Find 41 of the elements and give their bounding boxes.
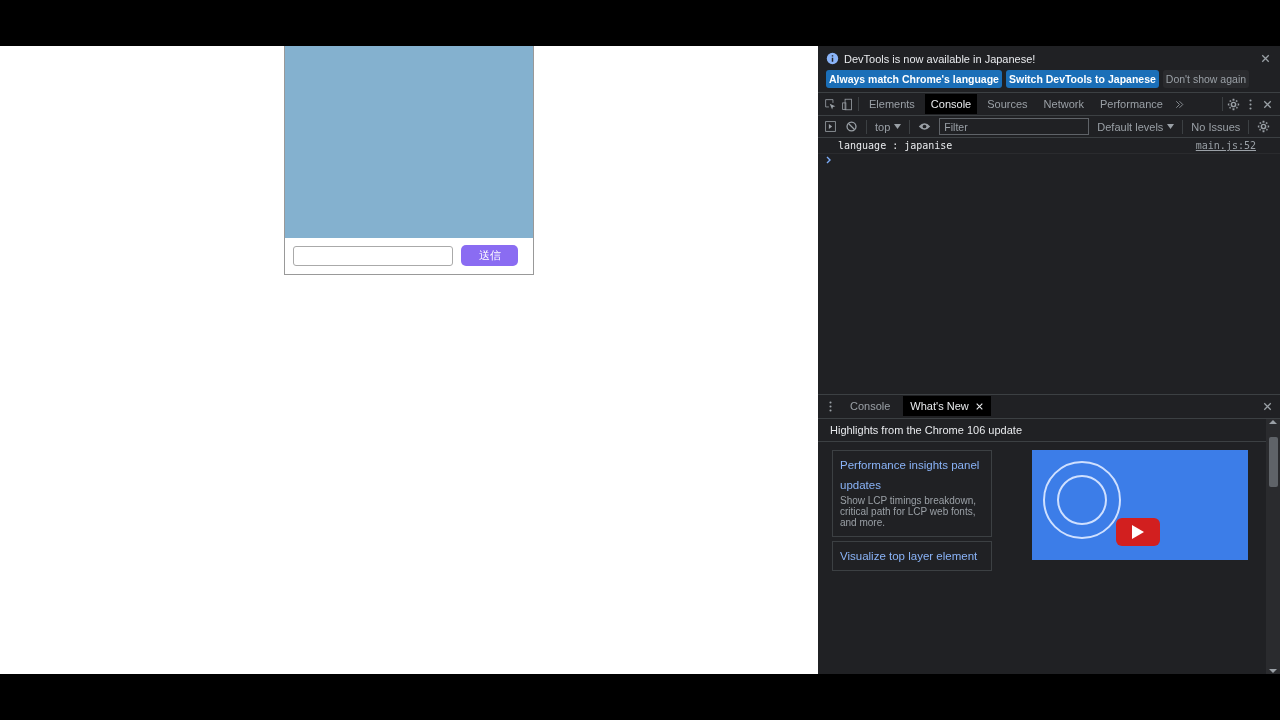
panel-tab[interactable]: Performance <box>1093 94 1169 114</box>
scroll-down-icon[interactable] <box>1269 668 1277 674</box>
close-icon[interactable] <box>1259 52 1272 65</box>
drawer-tab[interactable]: What's New <box>903 396 991 416</box>
source-link[interactable]: main.js:52 <box>1195 140 1256 151</box>
clear-console-icon[interactable] <box>845 120 858 133</box>
levels-dropdown[interactable]: Default levels <box>1097 120 1175 133</box>
eye-icon[interactable] <box>918 120 932 133</box>
context-dropdown[interactable]: top <box>875 120 902 133</box>
panel-tab[interactable]: Console <box>924 94 978 114</box>
caret-icon <box>1167 124 1175 129</box>
issues-button[interactable]: No Issues <box>1191 120 1241 133</box>
settings-icon[interactable] <box>1257 120 1271 133</box>
device-toolbar-icon[interactable] <box>841 97 854 111</box>
feature-card[interactable]: Visualize top layer element <box>832 540 992 571</box>
card-title[interactable]: Visualize top layer element <box>840 545 984 566</box>
scrollbar-thumb[interactable] <box>1268 436 1278 487</box>
card-title[interactable]: Performance insights panel updates <box>840 454 984 495</box>
send-button[interactable]: 送信 <box>461 245 518 266</box>
console-message: language : japanise <box>838 140 953 151</box>
settings-icon[interactable] <box>1227 97 1240 111</box>
inspect-icon[interactable] <box>824 97 837 111</box>
infobar-button[interactable]: Always match Chrome's language <box>826 70 1002 88</box>
sidebar-toggle-icon[interactable] <box>824 120 837 133</box>
panel-tab[interactable]: Elements <box>863 94 921 114</box>
close-tab-icon[interactable] <box>974 401 984 411</box>
caret-icon <box>894 124 902 129</box>
whats-new-heading: Highlights from the Chrome 106 update <box>818 418 1266 442</box>
feature-card[interactable]: Performance insights panel updates Show LCP timings breakdown, critical path for LCP web fonts, and more. <box>832 449 992 537</box>
infobar-button[interactable]: Don't show again <box>1162 70 1250 88</box>
drawer-tab[interactable]: Console <box>843 396 898 416</box>
infobar-button[interactable]: Switch DevTools to Japanese <box>1005 70 1159 88</box>
scroll-up-icon[interactable] <box>1269 418 1277 425</box>
filter-field[interactable]: Filter <box>939 118 1090 135</box>
panel-tab[interactable]: Network <box>1037 94 1090 114</box>
panel-tab[interactable]: Sources <box>981 94 1034 114</box>
message-input-field[interactable] <box>293 245 453 266</box>
info-icon <box>826 52 839 65</box>
card-description: Show LCP timings breakdown, critical path for LCP web fonts, and more. <box>840 494 977 530</box>
prompt-icon[interactable] <box>826 156 832 164</box>
infobar-message: DevTools is now available in Japanese! <box>844 52 1036 65</box>
